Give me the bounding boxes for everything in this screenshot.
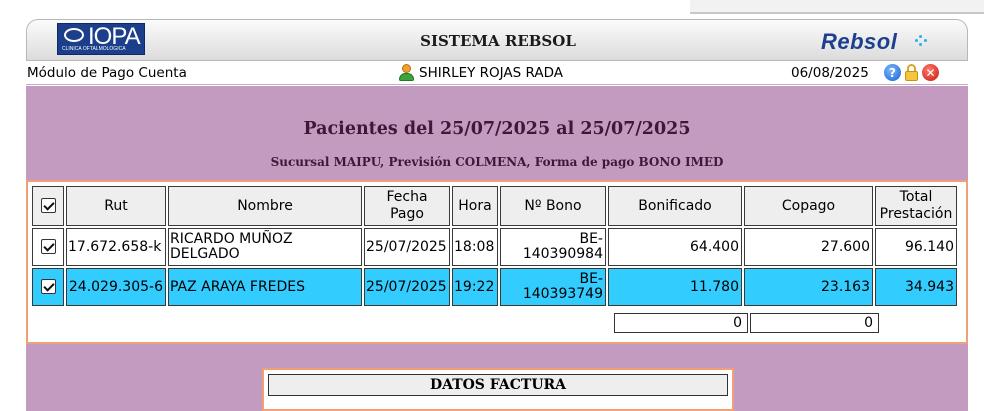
user-name: SHIRLEY ROJAS RADA	[419, 64, 563, 81]
datos-factura-panel: DATOS FACTURA	[262, 368, 734, 411]
column-bonificado: Bonificado	[608, 186, 742, 226]
column-fecha-pago: Fecha Pago	[364, 186, 450, 226]
table-header-row: Rut Nombre Fecha Pago Hora Nº Bono Bonifi…	[32, 186, 957, 226]
datos-factura-title: DATOS FACTURA	[268, 374, 728, 396]
table-row[interactable]: 24.029.305-6 PAZ ARAYA FREDES 25/07/2025…	[32, 268, 957, 306]
row-select-cell[interactable]	[32, 228, 64, 266]
row-select-cell[interactable]	[32, 268, 64, 306]
module-name: Módulo de Pago Cuenta	[27, 65, 187, 81]
column-hora: Hora	[452, 186, 498, 226]
cell-rut: 17.672.658-k	[66, 228, 166, 266]
cell-copago: 23.163	[744, 268, 873, 306]
row-checkbox[interactable]	[40, 279, 56, 295]
select-all-checkbox[interactable]	[40, 198, 56, 213]
current-date: 06/08/2025	[791, 65, 869, 81]
current-user: SHIRLEY ROJAS RADA	[398, 64, 563, 81]
rebsol-dots-icon	[915, 35, 931, 47]
total-bonificado-field[interactable]: 0	[614, 313, 748, 333]
total-copago-field[interactable]: 0	[750, 313, 879, 333]
patients-panel: Rut Nombre Fecha Pago Hora Nº Bono Bonifi…	[26, 180, 968, 344]
cell-nombre: PAZ ARAYA FREDES	[168, 268, 362, 306]
report-title: Pacientes del 25/07/2025 al 25/07/2025	[303, 119, 691, 139]
column-copago: Copago	[744, 186, 873, 226]
cell-bono: BE-140393749	[500, 268, 606, 306]
cell-bonificado: 11.780	[608, 268, 742, 306]
close-icon[interactable]: ✕	[922, 64, 939, 81]
cell-fecha: 25/07/2025	[364, 268, 450, 306]
column-total: Total Prestación	[875, 186, 957, 226]
cell-fecha: 25/07/2025	[364, 228, 450, 266]
patients-table: Rut Nombre Fecha Pago Hora Nº Bono Bonifi…	[30, 184, 959, 308]
table-row[interactable]: 17.672.658-k RICARDO MUÑOZ DELGADO 25/07…	[32, 228, 957, 266]
cell-rut: 24.029.305-6	[66, 268, 166, 306]
cell-total: 96.140	[875, 228, 957, 266]
user-icon	[398, 64, 415, 81]
cell-bonificado: 64.400	[608, 228, 742, 266]
title-bar: IOPA CLINICA OFTALMOLOGICA SISTEMA REBSO…	[26, 19, 968, 61]
cell-nombre: RICARDO MUÑOZ DELGADO	[168, 228, 362, 266]
row-checkbox[interactable]	[40, 239, 56, 255]
app-window: IOPA CLINICA OFTALMOLOGICA SISTEMA REBSO…	[26, 19, 968, 411]
cell-copago: 27.600	[744, 228, 873, 266]
cell-hora: 18:08	[452, 228, 498, 266]
column-nombre: Nombre	[168, 186, 362, 226]
info-bar: Módulo de Pago Cuenta SHIRLEY ROJAS RADA…	[26, 61, 968, 85]
cell-hora: 19:22	[452, 268, 498, 306]
report-subtitle: Sucursal MAIPU, Previsión COLMENA, Forma…	[270, 155, 724, 169]
rebsol-logo: Rebsol	[821, 29, 927, 55]
cell-total: 34.943	[875, 268, 957, 306]
select-all-header[interactable]	[32, 186, 64, 226]
browser-edge-strip	[690, 0, 984, 14]
main-content: Pacientes del 25/07/2025 al 25/07/2025 S…	[26, 86, 968, 411]
rebsol-logo-text: Rebsol	[821, 29, 898, 54]
lock-icon[interactable]	[903, 64, 920, 81]
column-bono: Nº Bono	[500, 186, 606, 226]
column-rut: Rut	[66, 186, 166, 226]
help-icon[interactable]: ?	[884, 64, 901, 81]
header-actions: ? ✕	[884, 64, 939, 81]
cell-bono: BE-140390984	[500, 228, 606, 266]
